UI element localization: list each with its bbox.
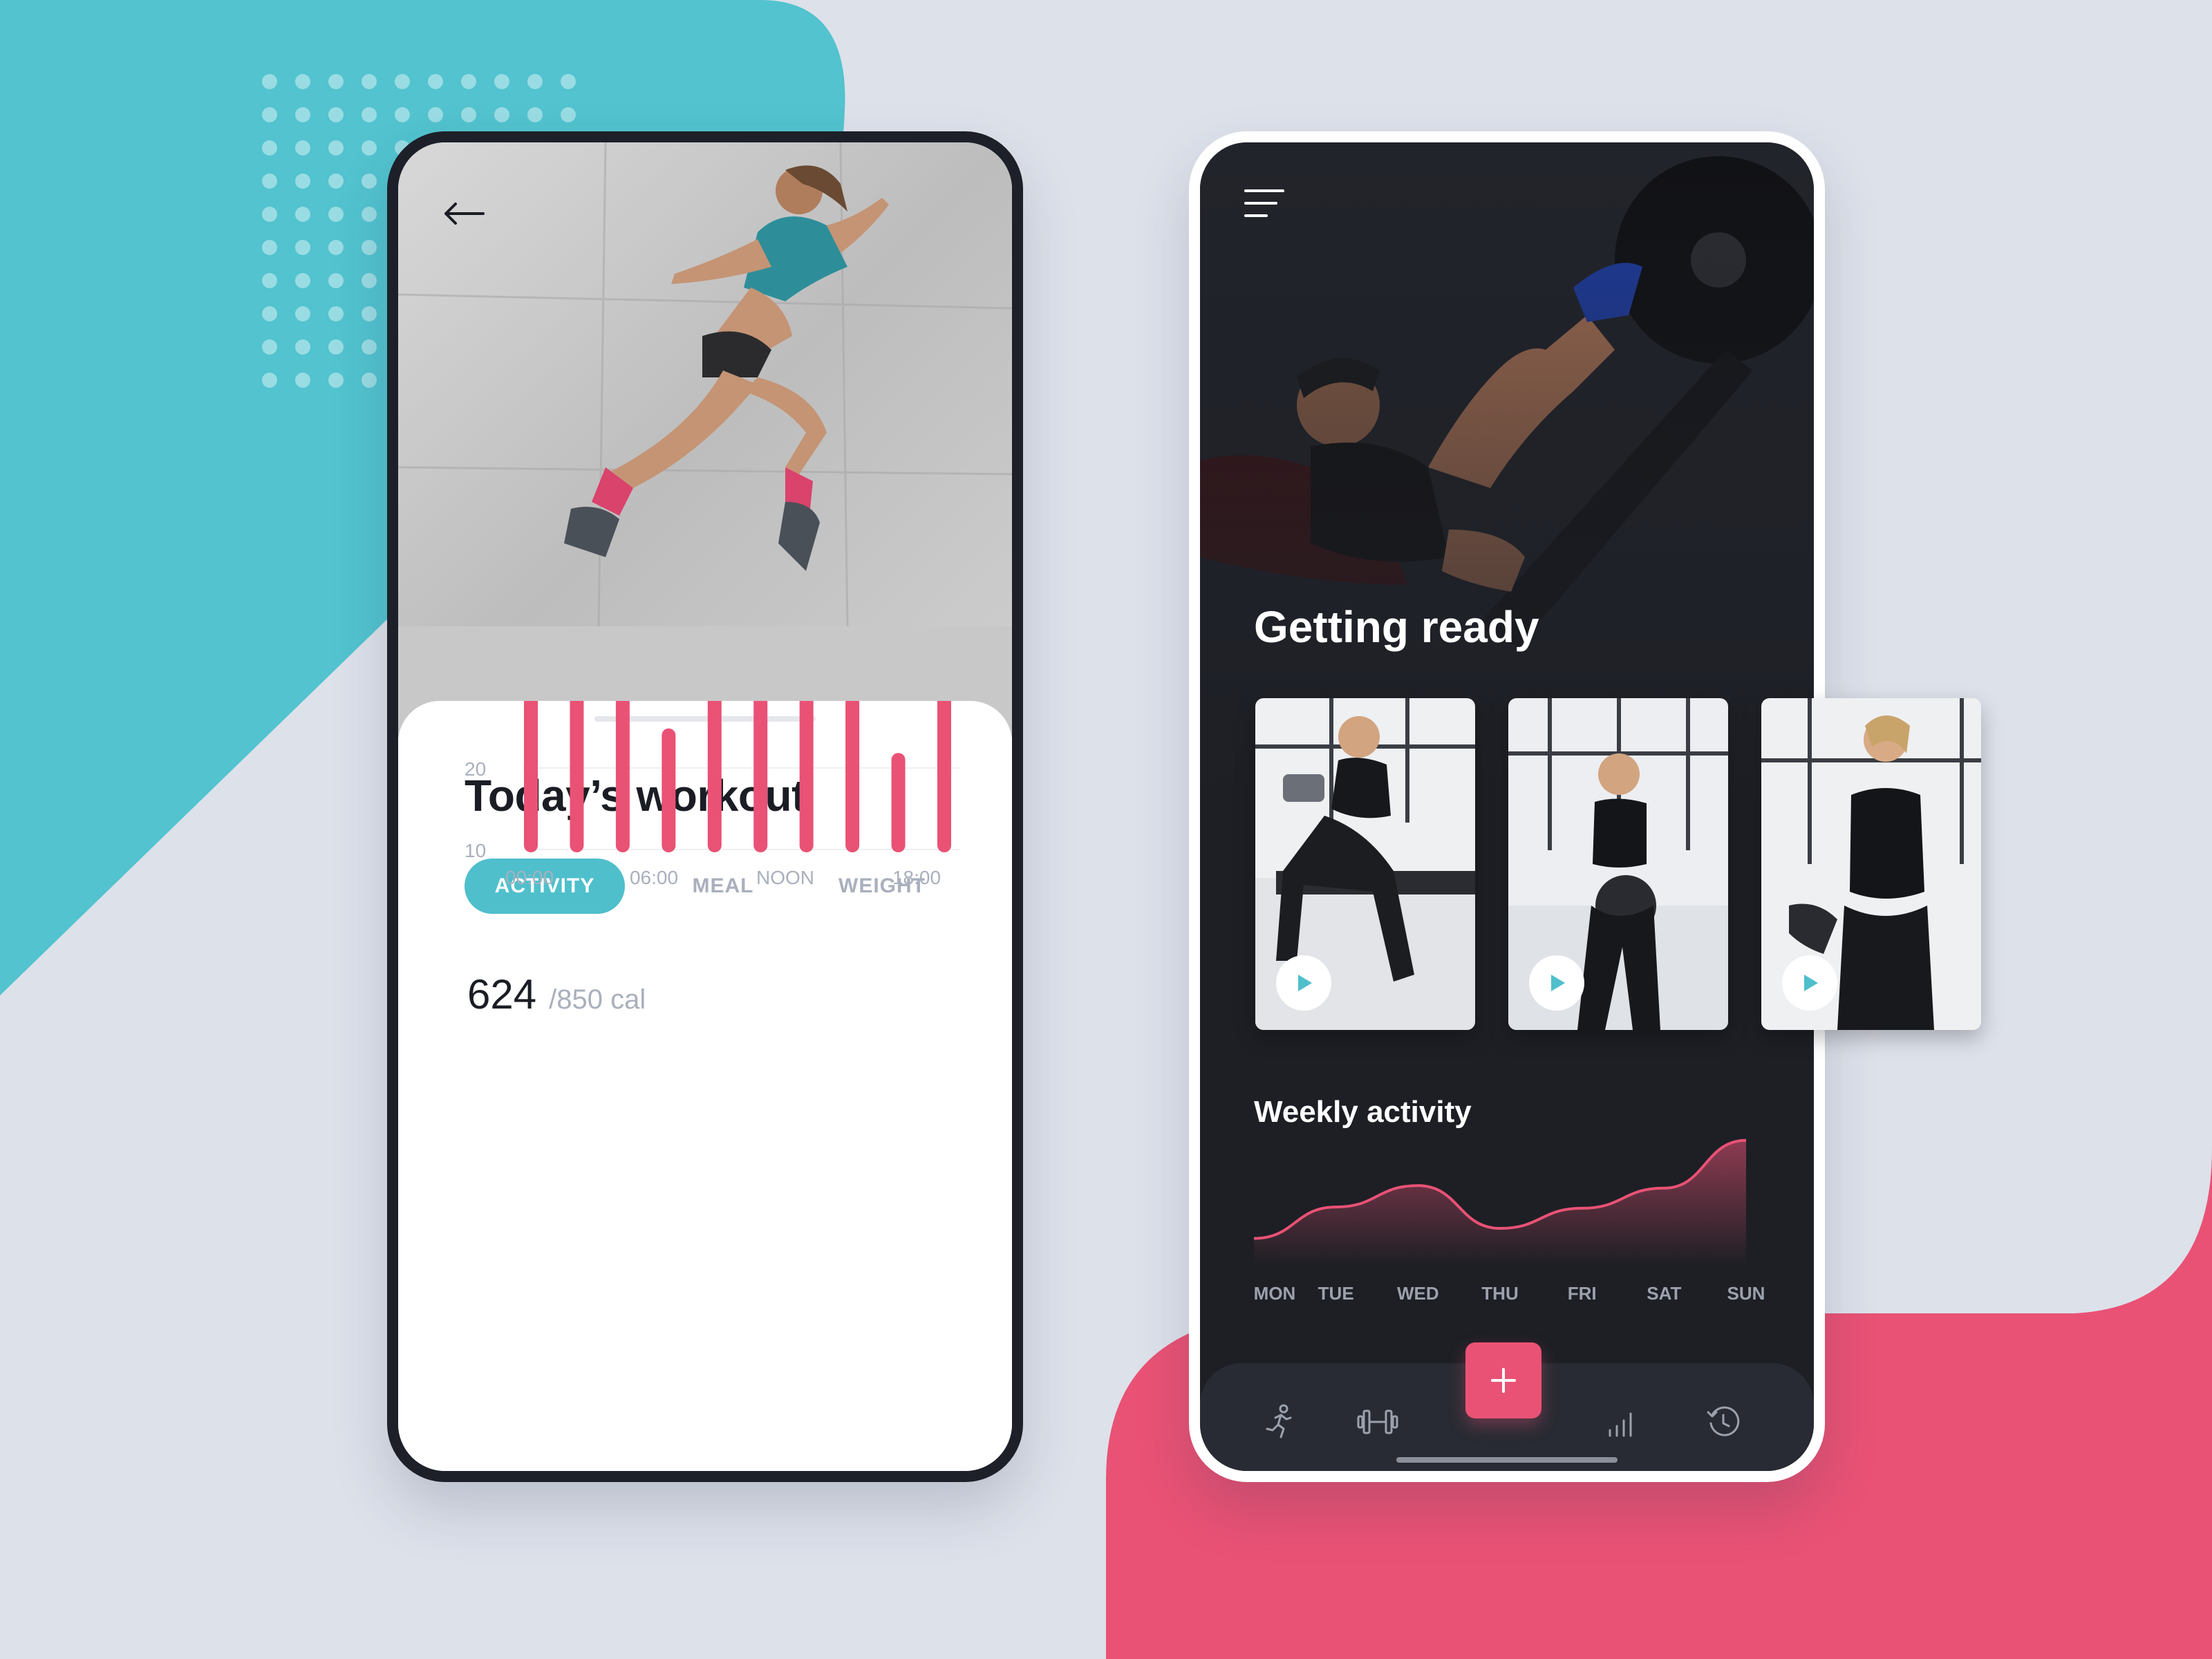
day-label: MON xyxy=(1254,1283,1296,1304)
tab-history[interactable] xyxy=(1699,1398,1747,1446)
x-tick-label: 18:00 xyxy=(892,867,941,888)
play-icon xyxy=(1804,975,1818,991)
home-indicator xyxy=(1396,1457,1618,1463)
video-card[interactable] xyxy=(1508,698,1728,1030)
x-tick-label: 00:00 xyxy=(505,867,554,888)
tab-equipment[interactable] xyxy=(1353,1398,1402,1446)
hourly-activity-chart: 504030201000:0006:00NOON18:00 xyxy=(465,701,959,888)
y-tick-label: 20 xyxy=(465,758,486,780)
x-tick-label: 06:00 xyxy=(630,867,678,888)
day-label: WED xyxy=(1397,1283,1439,1304)
video-card[interactable] xyxy=(1255,698,1475,1030)
history-icon xyxy=(1707,1406,1740,1436)
play-button[interactable] xyxy=(1529,955,1584,1011)
day-label: SUN xyxy=(1727,1283,1765,1304)
video-card[interactable] xyxy=(1761,698,1981,1030)
arrow-left-icon xyxy=(444,203,485,225)
play-button[interactable] xyxy=(1782,955,1837,1011)
add-icon xyxy=(1491,1368,1516,1393)
y-tick-label: 10 xyxy=(465,840,486,861)
workout-sheet: Today’s workout ACTIVITY MEAL WEIGHT 624… xyxy=(398,701,1012,1471)
add-workout-button[interactable] xyxy=(1465,1342,1541,1418)
play-button[interactable] xyxy=(1276,955,1331,1011)
workout-phone: Today’s workout ACTIVITY MEAL WEIGHT 624… xyxy=(387,131,1023,1482)
day-label: THU xyxy=(1481,1283,1518,1304)
dumbbell-icon xyxy=(1357,1409,1398,1434)
day-label: FRI xyxy=(1568,1283,1597,1304)
stats-icon xyxy=(1609,1412,1632,1437)
running-icon xyxy=(1266,1404,1292,1438)
area-fill xyxy=(1254,1140,1746,1266)
day-label: TUE xyxy=(1318,1283,1354,1304)
x-tick-label: NOON xyxy=(756,867,814,888)
play-icon xyxy=(1298,975,1312,991)
back-button[interactable] xyxy=(426,176,502,252)
tab-workouts[interactable] xyxy=(1255,1398,1304,1446)
day-label: SAT xyxy=(1647,1283,1681,1304)
tab-stats[interactable] xyxy=(1598,1398,1647,1446)
play-icon xyxy=(1551,975,1565,991)
